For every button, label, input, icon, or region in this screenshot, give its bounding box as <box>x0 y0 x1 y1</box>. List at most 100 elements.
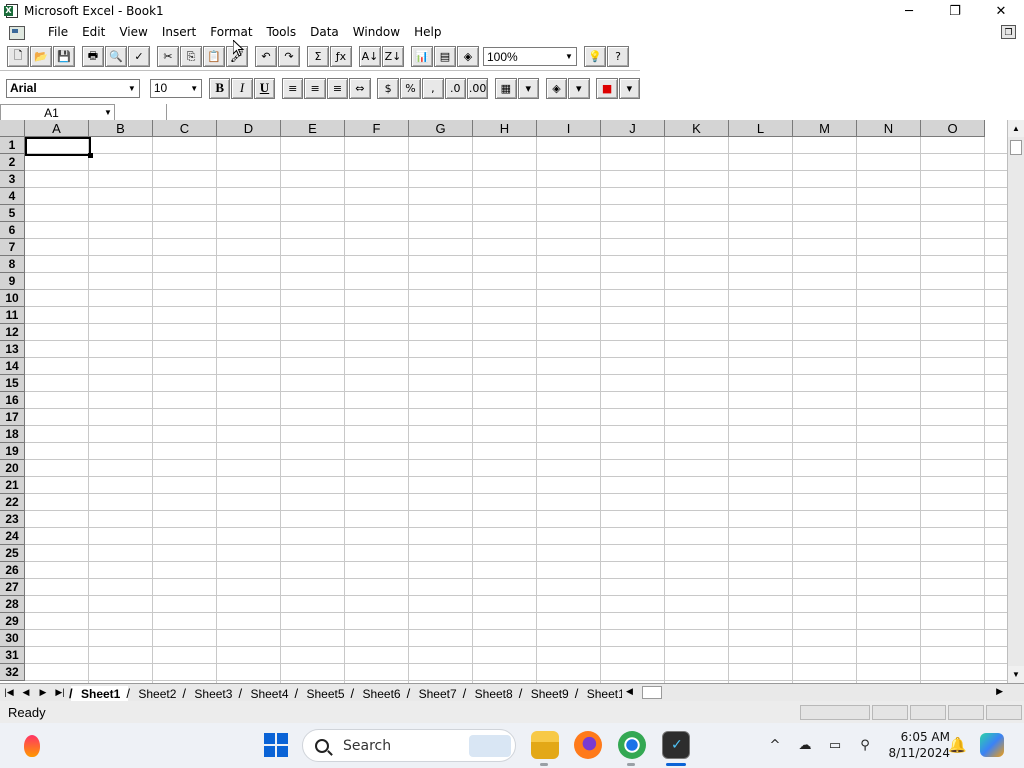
sheet-tab[interactable]: Sheet8 <box>463 686 521 702</box>
taskbar-clock[interactable]: 6:05 AM 8/11/2024 <box>876 729 950 761</box>
row-header[interactable]: 17 <box>0 409 25 426</box>
display-icon[interactable]: ▭ <box>824 737 846 755</box>
scroll-left-icon[interactable]: ◀ <box>626 686 633 697</box>
row-header[interactable]: 28 <box>0 596 25 613</box>
column-header[interactable]: F <box>345 120 409 137</box>
row-header[interactable]: 11 <box>0 307 25 324</box>
comma-button[interactable]: , <box>422 77 444 99</box>
row-header[interactable]: 3 <box>0 171 25 188</box>
taskbar-search[interactable]: Search <box>302 729 516 762</box>
row-header[interactable]: 1 <box>0 137 25 154</box>
horizontal-scroll-thumb[interactable] <box>642 686 662 699</box>
spelling-icon[interactable]: ✓ <box>128 46 150 67</box>
row-header[interactable]: 26 <box>0 562 25 579</box>
italic-button[interactable]: I <box>231 77 253 99</box>
row-header[interactable]: 15 <box>0 375 25 392</box>
redo-icon[interactable]: ↷ <box>278 46 300 67</box>
row-header[interactable]: 22 <box>0 494 25 511</box>
cut-icon[interactable]: ✂ <box>157 46 179 67</box>
column-header[interactable]: K <box>665 120 729 137</box>
row-header[interactable]: 27 <box>0 579 25 596</box>
horizontal-scrollbar[interactable]: ◀ ▶ <box>622 683 1007 701</box>
column-header[interactable]: D <box>217 120 281 137</box>
print-preview-icon[interactable]: 🔍 <box>105 46 127 67</box>
sheet-tab[interactable]: Sheet4 <box>238 686 296 702</box>
column-header[interactable]: I <box>537 120 601 137</box>
font-name-select[interactable]: Arial ▼ <box>6 78 140 98</box>
scroll-up-icon[interactable]: ▲ <box>1008 120 1024 137</box>
column-header[interactable]: M <box>793 120 857 137</box>
menu-tools[interactable]: Tools <box>260 22 304 43</box>
borders-icon[interactable]: ▦ <box>495 77 517 99</box>
next-sheet-icon[interactable]: ▶ <box>35 685 51 701</box>
formula-input[interactable] <box>167 104 1024 121</box>
row-header[interactable]: 8 <box>0 256 25 273</box>
sheet-tab[interactable]: Sheet1 <box>69 685 129 702</box>
minimize-button[interactable]: ─ <box>886 0 932 22</box>
sheet-tab[interactable]: Sheet9 <box>519 686 577 702</box>
column-header[interactable]: O <box>921 120 985 137</box>
align-right-icon[interactable]: ≡ <box>326 77 349 99</box>
column-header[interactable]: A <box>25 120 89 137</box>
column-header[interactable]: G <box>409 120 473 137</box>
text-box-icon[interactable]: ▤ <box>434 46 456 67</box>
menu-format[interactable]: Format <box>203 22 259 43</box>
sort-ascending-icon[interactable]: A↓ <box>359 46 381 67</box>
bold-button[interactable]: B <box>209 77 231 99</box>
menu-insert[interactable]: Insert <box>155 22 203 43</box>
align-center-icon[interactable]: ≡ <box>304 77 326 99</box>
currency-button[interactable]: $ <box>377 77 399 99</box>
row-header[interactable]: 32 <box>0 664 25 681</box>
row-header[interactable]: 12 <box>0 324 25 341</box>
sort-descending-icon[interactable]: Z↓ <box>382 46 404 67</box>
row-header[interactable]: 9 <box>0 273 25 290</box>
row-header[interactable]: 19 <box>0 443 25 460</box>
row-header[interactable]: 7 <box>0 239 25 256</box>
excel-taskbar-icon[interactable] <box>662 731 690 759</box>
function-wizard-icon[interactable]: ƒx <box>330 46 352 67</box>
fill-color-icon[interactable]: ◈ <box>545 77 568 99</box>
menu-window[interactable]: Window <box>346 22 407 43</box>
align-left-icon[interactable]: ≡ <box>282 77 304 99</box>
scroll-down-icon[interactable]: ▼ <box>1008 666 1024 683</box>
active-cell-a1[interactable] <box>25 137 91 156</box>
tip-wizard-icon[interactable]: 💡 <box>584 46 606 67</box>
close-button[interactable]: ✕ <box>978 0 1024 22</box>
name-box[interactable]: A1 ▼ <box>0 104 115 121</box>
row-header[interactable]: 29 <box>0 613 25 630</box>
help-pointer-icon[interactable]: ? <box>607 46 629 67</box>
first-sheet-icon[interactable]: |◀ <box>1 685 17 701</box>
column-header[interactable]: J <box>601 120 665 137</box>
new-icon[interactable]: 🗋 <box>7 46 29 67</box>
sheet-tab[interactable]: Sheet6 <box>351 686 409 702</box>
row-header[interactable]: 5 <box>0 205 25 222</box>
column-header[interactable]: H <box>473 120 537 137</box>
row-header[interactable]: 23 <box>0 511 25 528</box>
copy-icon[interactable]: ⎘ <box>180 46 202 67</box>
vertical-scroll-thumb[interactable] <box>1010 140 1022 155</box>
vertical-scrollbar[interactable]: ▲ ▼ <box>1007 120 1024 683</box>
document-restore-button[interactable]: ❐ <box>1001 25 1016 39</box>
row-header[interactable]: 14 <box>0 358 25 375</box>
font-size-select[interactable]: 10 ▼ <box>149 78 203 98</box>
maximize-button[interactable]: ❐ <box>932 0 978 22</box>
row-header[interactable]: 2 <box>0 154 25 171</box>
underline-button[interactable]: U <box>253 77 276 99</box>
chevron-up-icon[interactable]: ^ <box>764 737 786 755</box>
sheet-tab[interactable]: Sheet7 <box>407 686 465 702</box>
row-header[interactable]: 30 <box>0 630 25 647</box>
row-header[interactable]: 16 <box>0 392 25 409</box>
save-icon[interactable]: 💾 <box>53 46 75 67</box>
undo-icon[interactable]: ↶ <box>255 46 277 67</box>
menu-edit[interactable]: Edit <box>75 22 112 43</box>
drawing-icon[interactable]: ◈ <box>457 46 479 67</box>
fill-color-dropdown-icon[interactable]: ▾ <box>568 77 590 99</box>
last-sheet-icon[interactable]: ▶| <box>52 685 68 701</box>
row-header[interactable]: 4 <box>0 188 25 205</box>
fill-handle[interactable] <box>88 153 93 158</box>
column-header[interactable]: E <box>281 120 345 137</box>
row-header[interactable]: 13 <box>0 341 25 358</box>
paste-icon[interactable]: 📋 <box>203 46 225 67</box>
row-header[interactable]: 21 <box>0 477 25 494</box>
borders-dropdown-icon[interactable]: ▾ <box>517 77 539 99</box>
